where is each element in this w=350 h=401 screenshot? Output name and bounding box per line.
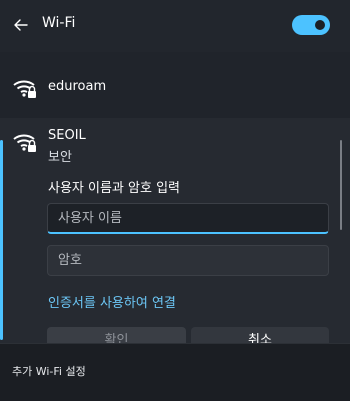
scrollbar[interactable]: [340, 140, 342, 230]
footer: 추가 Wi-Fi 설정: [0, 343, 350, 401]
network-name: SEOIL: [48, 128, 86, 143]
network-name: eduroam: [48, 79, 107, 94]
network-status: 보안: [48, 150, 72, 165]
credentials-prompt: 사용자 이름과 암호 입력: [48, 181, 180, 196]
connect-with-certificate-link[interactable]: 인증서를 사용하여 연결: [48, 292, 176, 311]
username-input[interactable]: [47, 203, 329, 234]
network-item-eduroam[interactable]: eduroam: [0, 70, 350, 106]
header: Wi-Fi: [0, 0, 350, 52]
wifi-secured-icon: [13, 134, 36, 152]
page-title: Wi-Fi: [42, 15, 76, 31]
network-item-seoil[interactable]: SEOIL 보안: [0, 124, 350, 165]
wifi-secured-icon: [13, 80, 36, 98]
back-arrow-icon: [14, 19, 28, 31]
wifi-flyout: Wi-Fi eduroam SEOIL 보안 사용자 이름과 암호 입력 사용자…: [0, 0, 350, 401]
more-wifi-settings-link[interactable]: 추가 Wi-Fi 설정: [12, 363, 86, 379]
back-button[interactable]: [10, 14, 32, 36]
selection-indicator: [0, 140, 3, 340]
toggle-knob: [315, 20, 325, 30]
password-input[interactable]: [47, 245, 329, 276]
wifi-toggle[interactable]: [292, 15, 330, 35]
